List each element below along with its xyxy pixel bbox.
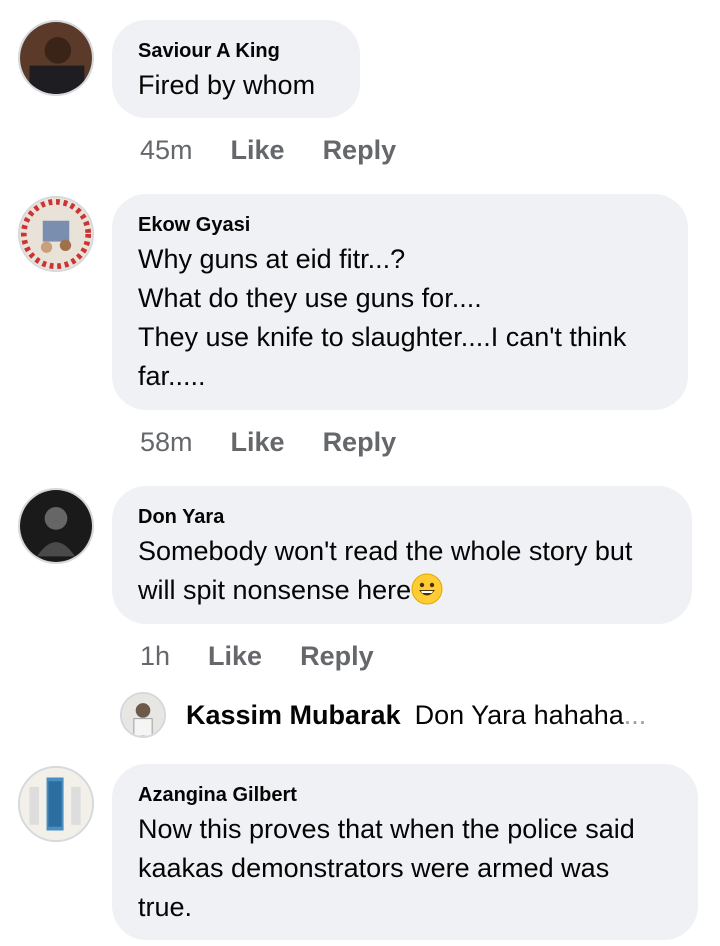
reply-button[interactable]: Reply	[323, 427, 397, 458]
comment-text-line: will spit nonsense here	[138, 571, 666, 610]
comment-text: Fired by whom	[138, 70, 316, 100]
comment-actions: 58m Like Reply	[140, 427, 396, 458]
comment-text-fragment: will spit nonsense here	[138, 575, 412, 605]
comment-bubble: Don Yara Somebody won't read the whole s…	[112, 486, 692, 624]
avatar-don-yara[interactable]	[18, 488, 94, 564]
like-button[interactable]: Like	[231, 135, 285, 166]
reply-button[interactable]: Reply	[300, 641, 374, 672]
avatar-ekow-gyasi[interactable]	[18, 196, 94, 272]
avatar-azangina-gilbert[interactable]	[18, 766, 94, 842]
comment-text-line: true.	[138, 892, 193, 922]
avatar-saviour-a-king[interactable]	[18, 20, 94, 96]
comment-actions: 45m Like Reply	[140, 135, 396, 166]
comment-text-line: far.....	[138, 361, 206, 391]
comment-text-line: What do they use guns for....	[138, 283, 482, 313]
like-button[interactable]: Like	[208, 641, 262, 672]
comment-bubble: Saviour A King Fired by whom	[112, 20, 360, 118]
reply-ellipsis: ...	[623, 699, 647, 730]
comment-time: 1h	[140, 641, 171, 671]
comment-bubble: Azangina Gilbert Now this proves that wh…	[112, 764, 698, 940]
comment-time: 58m	[140, 427, 193, 457]
reply-author[interactable]: Kassim Mubarak	[186, 700, 401, 731]
grinning-face-emoji	[411, 573, 443, 605]
comment-author[interactable]: Saviour A King	[138, 38, 334, 64]
comment-author[interactable]: Azangina Gilbert	[138, 782, 672, 808]
comment-actions: 1h Like Reply	[140, 641, 374, 672]
comment-text-line: Somebody won't read the whole story but	[138, 536, 633, 566]
comment-text-line: Why guns at eid fitr...?	[138, 244, 406, 274]
comment-text-line: They use knife to slaughter....I can't t…	[138, 322, 627, 352]
reply-text: Don Yara hahaha	[414, 699, 624, 730]
comment-time: 45m	[140, 135, 193, 165]
avatar-kassim-mubarak	[120, 692, 166, 738]
comment-author[interactable]: Don Yara	[138, 504, 666, 530]
comment-text-line: Now this proves that when the police sai…	[138, 814, 635, 844]
reply-button[interactable]: Reply	[323, 135, 397, 166]
comment-author[interactable]: Ekow Gyasi	[138, 212, 662, 238]
like-button[interactable]: Like	[231, 427, 285, 458]
reply-preview[interactable]: Kassim Mubarak Don Yara hahaha...	[120, 692, 646, 738]
comment-bubble: Ekow Gyasi Why guns at eid fitr...? What…	[112, 194, 688, 410]
comment-text-line: kaakas demonstrators were armed was	[138, 853, 610, 883]
